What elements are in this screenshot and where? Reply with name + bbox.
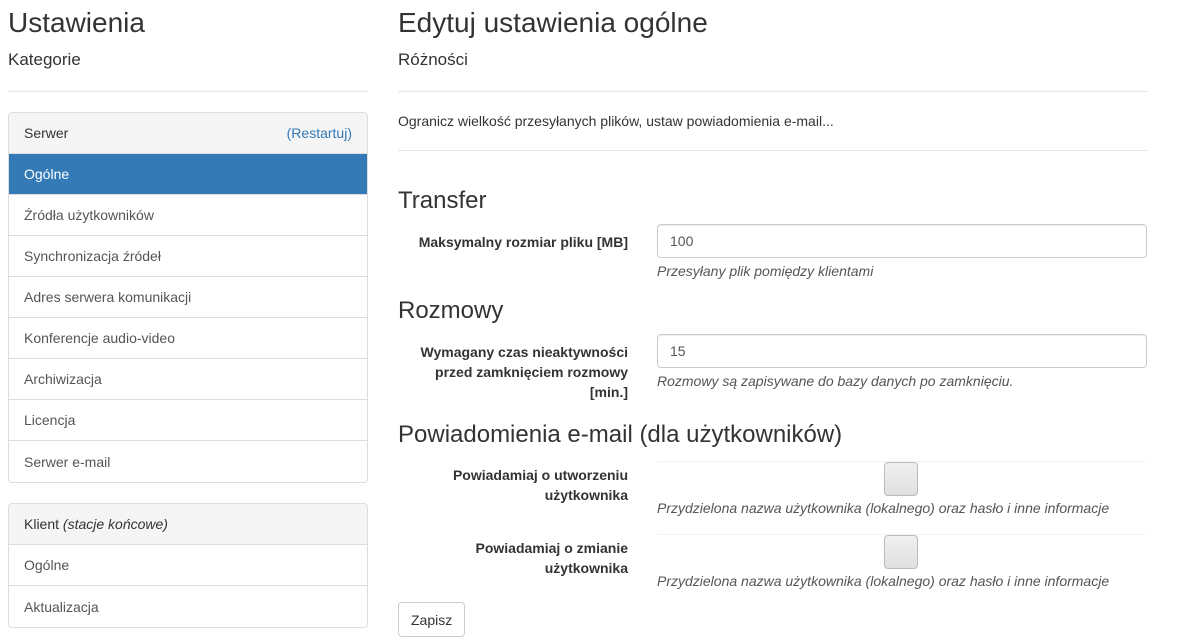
notify-change-toggle[interactable] [657, 534, 1147, 569]
notify-create-label-line: Powiadamiaj o utworzeniu [452, 467, 628, 483]
client-panel-header: Klient (stacje końcowe) [9, 504, 367, 545]
divider [8, 91, 368, 92]
notify-change-label-line: użytkownika [544, 560, 628, 576]
save-button[interactable]: Zapisz [398, 602, 466, 637]
inactivity-label-line: przed zamknięciem rozmowy [435, 364, 628, 380]
sidebar-item-email-server[interactable]: Serwer e-mail [9, 441, 367, 482]
sidebar-subtitle: Kategorie [8, 50, 81, 69]
server-panel-heading: Serwer [24, 125, 69, 141]
sidebar-item-av-conferences[interactable]: Konferencje audio-video [9, 318, 367, 359]
page-title: Edytuj ustawienia ogólne [398, 7, 708, 38]
notify-change-label-line: Powiadamiaj o zmianie [475, 540, 629, 556]
settings-main: Edytuj ustawienia ogólne Różności Ograni… [398, 0, 1148, 643]
inactivity-help: Rozmowy są zapisywane do bazy danych po … [657, 373, 1014, 389]
notify-create-toggle[interactable] [657, 461, 1147, 496]
notifications-section-title: Powiadomienia e-mail (dla użytkowników) [398, 421, 843, 448]
sidebar-item-archiving[interactable]: Archiwizacja [9, 359, 367, 400]
conversations-section-title: Rozmowy [398, 297, 504, 324]
sidebar-title: Ustawienia [8, 7, 145, 38]
sidebar-item-user-sources[interactable]: Źródła użytkowników [9, 195, 367, 236]
sidebar-item-client-general[interactable]: Ogólne [9, 545, 367, 586]
settings-sidebar: Ustawienia Kategorie Serwer (Restartuj) … [8, 0, 368, 628]
notify-create-help: Przydzielona nazwa użytkownika (lokalneg… [657, 500, 1110, 516]
notify-create-label-line: użytkownika [544, 487, 628, 503]
divider [398, 150, 1148, 151]
sidebar-item-general[interactable]: Ogólne [9, 154, 367, 195]
max-file-size-input[interactable] [657, 224, 1147, 258]
sidebar-item-license[interactable]: Licencja [9, 400, 367, 441]
notify-change-help: Przydzielona nazwa użytkownika (lokalneg… [657, 573, 1110, 589]
server-panel: Serwer (Restartuj) Ogólne Źródła użytkow… [8, 112, 368, 483]
client-panel-heading: Klient [24, 516, 60, 532]
inactivity-label: Wymagany czas nieaktywności przed zamkni… [398, 342, 629, 402]
divider [398, 91, 1148, 92]
restart-link[interactable]: (Restartuj) [287, 125, 352, 141]
inactivity-label-line: Wymagany czas nieaktywności [420, 344, 629, 360]
max-file-size-label: Maksymalny rozmiar pliku [MB] [418, 234, 628, 250]
server-panel-header: Serwer (Restartuj) [9, 113, 367, 154]
page-subtitle: Różności [398, 50, 468, 69]
page-description: Ogranicz wielkość przesyłanych plików, u… [398, 113, 834, 129]
sidebar-item-client-update[interactable]: Aktualizacja [9, 586, 367, 627]
inactivity-input[interactable] [657, 334, 1147, 368]
sidebar-item-comm-server-address[interactable]: Adres serwera komunikacji [9, 277, 367, 318]
toggle-knob[interactable] [884, 535, 918, 569]
toggle-knob[interactable] [884, 462, 918, 496]
sidebar-item-source-sync[interactable]: Synchronizacja źródeł [9, 236, 367, 277]
transfer-section-title: Transfer [398, 187, 487, 214]
notify-change-label: Powiadamiaj o zmianie użytkownika [398, 538, 629, 578]
client-panel: Klient (stacje końcowe) Ogólne Aktualiza… [8, 503, 368, 628]
client-panel-heading-note: (stacje końcowe) [62, 516, 168, 532]
max-file-size-help: Przesyłany plik pomiędzy klientami [657, 263, 874, 279]
notify-create-label: Powiadamiaj o utworzeniu użytkownika [398, 465, 628, 505]
inactivity-label-line: [min.] [589, 384, 628, 400]
